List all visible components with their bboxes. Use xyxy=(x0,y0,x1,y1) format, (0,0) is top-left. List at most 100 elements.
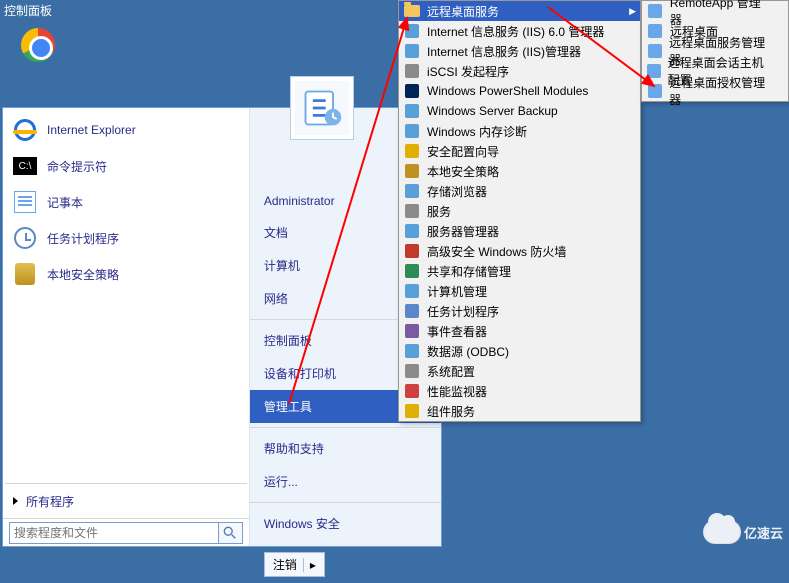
admin-tools-item-iis[interactable]: Internet 信息服务 (IIS)管理器 xyxy=(399,41,640,61)
all-programs-label: 所有程序 xyxy=(26,493,74,510)
menu-item-label: 任务计划程序 xyxy=(427,303,499,320)
secpol-icon xyxy=(11,260,39,288)
right-item-help[interactable]: 帮助和支持 xyxy=(250,432,441,465)
logout-button[interactable]: 注销 ▸ xyxy=(264,552,325,577)
admin-tools-item-lsp[interactable]: 本地安全策略 xyxy=(399,161,640,181)
menu-item-label: 系统配置 xyxy=(427,363,475,380)
admin-tools-submenu: 远程桌面服务 ▶ Internet 信息服务 (IIS) 6.0 管理器 Intern… xyxy=(398,0,641,422)
pinned-item-label: 任务计划程序 xyxy=(47,230,119,247)
menu-item-label: 共享和存储管理 xyxy=(427,263,511,280)
menu-item-label: Internet 信息服务 (IIS) 6.0 管理器 xyxy=(427,23,604,40)
menu-item-label: 性能监视器 xyxy=(427,383,487,400)
start-menu-left: Internet Explorer C:\命令提示符记事本任务计划程序本地安全策略… xyxy=(3,108,249,546)
admin-tools-item-iscsi[interactable]: iSCSI 发起程序 xyxy=(399,61,640,81)
admin-tools-item-srvmgr[interactable]: 服务器管理器 xyxy=(399,221,640,241)
menu-item-label: 事件查看器 xyxy=(427,323,487,340)
logout-options-arrow[interactable]: ▸ xyxy=(303,558,316,572)
admin-tools-item-wsb[interactable]: Windows Server Backup xyxy=(399,101,640,121)
submenu-arrow-icon: ▶ xyxy=(629,6,636,17)
rds-item-rdlic[interactable]: 远程桌面授权管理器 xyxy=(642,81,788,101)
admin-tools-item-comsvc[interactable]: 组件服务 xyxy=(399,401,640,421)
perfmon-icon xyxy=(403,383,421,399)
control-panel-label: 控制面板 xyxy=(4,2,52,19)
search-button[interactable] xyxy=(219,522,243,544)
user-avatar-frame[interactable] xyxy=(290,76,354,140)
rdsh-icon xyxy=(646,63,662,79)
wfas-icon xyxy=(403,243,421,259)
admin-tools-item-services[interactable]: 服务 xyxy=(399,201,640,221)
memdiag-icon xyxy=(403,123,421,139)
pinned-item-label: Internet Explorer xyxy=(47,123,136,137)
admin-tools-item-psmod[interactable]: Windows PowerShell Modules xyxy=(399,81,640,101)
admin-tools-item-share[interactable]: 共享和存储管理 xyxy=(399,261,640,281)
right-item-win-security[interactable]: Windows 安全 xyxy=(250,507,441,540)
right-item-run[interactable]: 运行... xyxy=(250,465,441,498)
search-icon xyxy=(223,526,237,540)
start-menu-pinned-list: Internet Explorer C:\命令提示符记事本任务计划程序本地安全策略 xyxy=(3,108,249,479)
storexp-icon xyxy=(403,183,421,199)
separator xyxy=(250,427,441,428)
admin-tools-item-rds[interactable]: 远程桌面服务 ▶ xyxy=(399,1,640,21)
pinned-item-ie[interactable]: Internet Explorer xyxy=(5,112,247,148)
pinned-item-notepad[interactable]: 记事本 xyxy=(5,184,247,220)
admin-tools-item-wfas[interactable]: 高级安全 Windows 防火墙 xyxy=(399,241,640,261)
menu-item-label: 远程桌面服务 xyxy=(427,3,499,20)
comsvc-icon xyxy=(403,403,421,419)
admin-tools-item-tsched[interactable]: 任务计划程序 xyxy=(399,301,640,321)
menu-item-label: Windows Server Backup xyxy=(427,104,558,118)
pinned-item-taskschd[interactable]: 任务计划程序 xyxy=(5,220,247,256)
menu-item-label: Internet 信息服务 (IIS)管理器 xyxy=(427,43,581,60)
menu-item-label: 服务 xyxy=(427,203,451,220)
ie-icon xyxy=(11,116,39,144)
evtvwr-icon xyxy=(403,323,421,339)
search-input[interactable] xyxy=(9,522,219,544)
admin-tools-item-scw[interactable]: 安全配置向导 xyxy=(399,141,640,161)
sysconf-icon xyxy=(403,363,421,379)
odbc-icon xyxy=(403,343,421,359)
notepad-icon xyxy=(11,188,39,216)
admin-tools-item-storexp[interactable]: 存储浏览器 xyxy=(399,181,640,201)
watermark-text: 亿速云 xyxy=(744,523,783,542)
menu-item-label: 计算机管理 xyxy=(427,283,487,300)
chrome-icon xyxy=(21,28,55,62)
cmd-icon: C:\ xyxy=(11,152,39,180)
menu-item-label: 服务器管理器 xyxy=(427,223,499,240)
admin-tools-item-perfmon[interactable]: 性能监视器 xyxy=(399,381,640,401)
scw-icon xyxy=(403,143,421,159)
admin-tools-item-evtvwr[interactable]: 事件查看器 xyxy=(399,321,640,341)
rds-icon xyxy=(403,3,421,19)
pinned-item-cmd[interactable]: C:\命令提示符 xyxy=(5,148,247,184)
tsched-icon xyxy=(403,303,421,319)
remoteapp-icon xyxy=(646,3,664,19)
menu-item-label: Windows 内存诊断 xyxy=(427,123,527,140)
menu-item-label: 安全配置向导 xyxy=(427,143,499,160)
pinned-item-secpol[interactable]: 本地安全策略 xyxy=(5,256,247,292)
admin-tools-icon xyxy=(300,86,344,130)
all-programs[interactable]: 所有程序 xyxy=(3,484,249,518)
start-search xyxy=(3,518,249,546)
admin-tools-item-sysconf[interactable]: 系统配置 xyxy=(399,361,640,381)
pinned-item-label: 本地安全策略 xyxy=(47,266,119,283)
cloud-icon xyxy=(704,521,740,543)
menu-item-label: 高级安全 Windows 防火墙 xyxy=(427,243,566,260)
admin-tools-item-iis6[interactable]: Internet 信息服务 (IIS) 6.0 管理器 xyxy=(399,21,640,41)
srvmgr-icon xyxy=(403,223,421,239)
logout-label: 注销 xyxy=(273,556,297,573)
menu-item-label: 存储浏览器 xyxy=(427,183,487,200)
rds-item-remoteapp[interactable]: RemoteApp 管理器 xyxy=(642,1,788,21)
wsb-icon xyxy=(403,103,421,119)
admin-tools-item-compmgmt[interactable]: 计算机管理 xyxy=(399,281,640,301)
menu-item-label: 组件服务 xyxy=(427,403,475,420)
pinned-item-label: 记事本 xyxy=(47,194,83,211)
iis-icon xyxy=(403,43,421,59)
iscsi-icon xyxy=(403,63,421,79)
menu-item-label: 远程桌面授权管理器 xyxy=(669,74,772,108)
logout-area: 注销 ▸ xyxy=(250,546,441,583)
taskschd-icon xyxy=(11,224,39,252)
desktop-icon-chrome[interactable] xyxy=(8,28,68,62)
rd-icon xyxy=(646,23,664,39)
right-item-label: 管理工具 xyxy=(264,398,312,415)
admin-tools-item-odbc[interactable]: 数据源 (ODBC) xyxy=(399,341,640,361)
admin-tools-item-memdiag[interactable]: Windows 内存诊断 xyxy=(399,121,640,141)
watermark: 亿速云 xyxy=(704,521,783,543)
